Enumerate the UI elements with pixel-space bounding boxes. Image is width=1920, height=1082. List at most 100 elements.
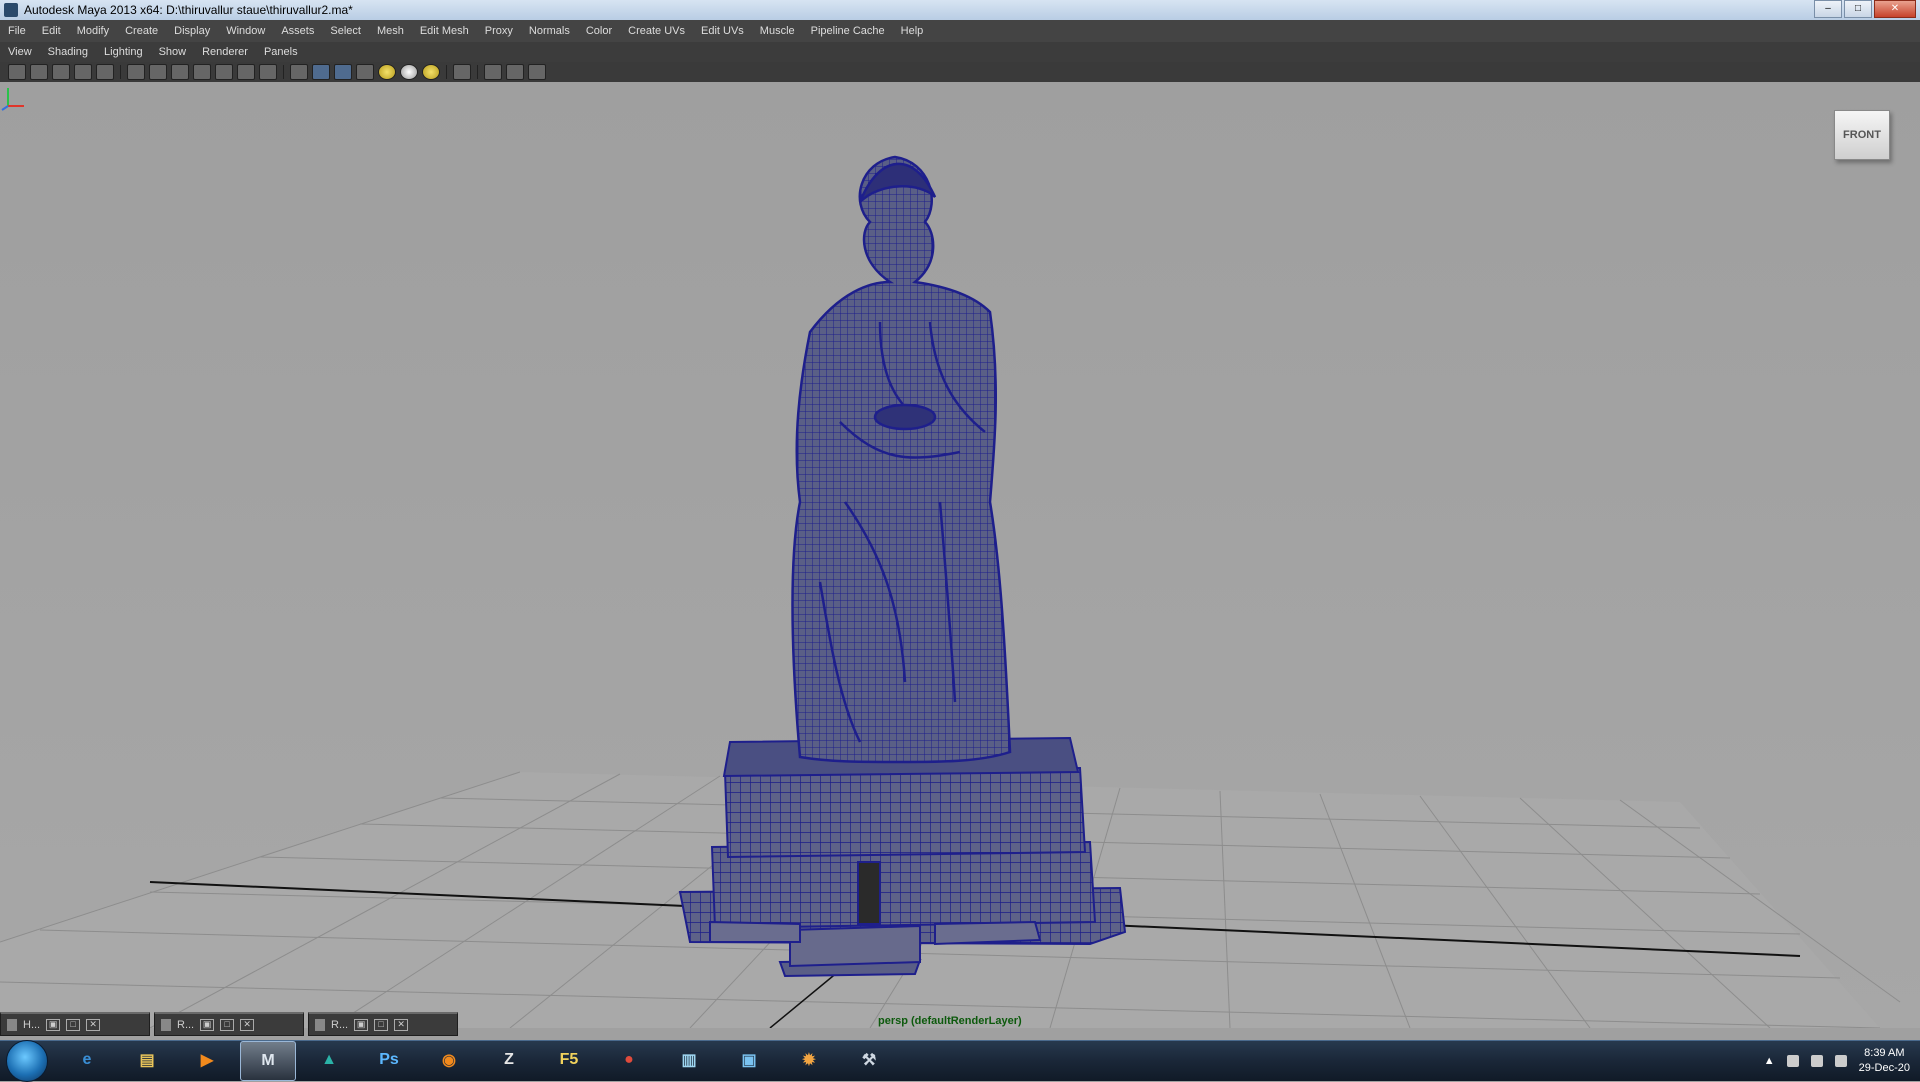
- maya-icon: [7, 1018, 17, 1031]
- windows-taskbar: e ▤ ▶ M ▲ Ps ◉ Z F5 ● ▥ ▣ ✹ ⚒ ▲ 8:39 AM 29-Dec-20: [0, 1040, 1920, 1082]
- panel-menu-view[interactable]: View: [0, 46, 40, 58]
- menu-edit-uvs[interactable]: Edit UVs: [693, 25, 752, 37]
- viewcube[interactable]: FRONT: [1834, 110, 1890, 160]
- toolbar-separator: [477, 65, 478, 79]
- internet-explorer-icon[interactable]: e: [60, 1041, 114, 1079]
- menu-create[interactable]: Create: [117, 25, 166, 37]
- viewport-scene: [0, 155, 1901, 1028]
- panel-menu-shading[interactable]: Shading: [40, 46, 96, 58]
- smooth-shade-icon[interactable]: [312, 64, 330, 80]
- panel-menu-bar: View Shading Lighting Show Renderer Pane…: [0, 42, 1920, 62]
- menu-edit[interactable]: Edit: [34, 25, 69, 37]
- field-chart-icon[interactable]: [215, 64, 233, 80]
- image-plane-icon[interactable]: [74, 64, 92, 80]
- tools-icon[interactable]: ⚒: [842, 1041, 896, 1079]
- menu-window[interactable]: Window: [218, 25, 273, 37]
- menu-file[interactable]: File: [0, 25, 34, 37]
- show-hidden-icons-icon[interactable]: ▲: [1764, 1055, 1775, 1067]
- camera-attributes-icon[interactable]: [30, 64, 48, 80]
- share-icon[interactable]: [528, 64, 546, 80]
- media-player-icon[interactable]: ▶: [180, 1041, 234, 1079]
- paint-icon[interactable]: ✹: [782, 1041, 836, 1079]
- panel-menu-show[interactable]: Show: [151, 46, 195, 58]
- film-gate-icon[interactable]: [149, 64, 167, 80]
- 2d-pan-zoom-icon[interactable]: [96, 64, 114, 80]
- isolate-select-icon[interactable]: [453, 64, 471, 80]
- action-center-icon[interactable]: [1834, 1055, 1847, 1067]
- maximize-icon[interactable]: □: [220, 1018, 235, 1031]
- statue-mesh: [791, 155, 1012, 764]
- blender-icon[interactable]: ◉: [422, 1041, 476, 1079]
- minimize-button[interactable]: –: [1814, 0, 1842, 18]
- gate-mask-icon[interactable]: [193, 64, 211, 80]
- close-icon[interactable]: ✕: [394, 1018, 409, 1031]
- menu-muscle[interactable]: Muscle: [752, 25, 803, 37]
- minimized-window-1[interactable]: H... ▣ □ ✕: [0, 1012, 150, 1036]
- window-title: Autodesk Maya 2013 x64: D:\thiruvallur s…: [24, 3, 353, 17]
- start-button[interactable]: [6, 1040, 48, 1082]
- panel-menu-renderer[interactable]: Renderer: [194, 46, 256, 58]
- safe-title-icon[interactable]: [259, 64, 277, 80]
- f5-icon[interactable]: F5: [542, 1041, 596, 1079]
- maximize-button[interactable]: □: [1844, 0, 1872, 18]
- menu-help[interactable]: Help: [893, 25, 932, 37]
- grid-icon[interactable]: [127, 64, 145, 80]
- menu-color[interactable]: Color: [578, 25, 620, 37]
- minimized-window-2[interactable]: R... ▣ □ ✕: [154, 1012, 304, 1036]
- restore-icon[interactable]: ▣: [46, 1018, 61, 1031]
- menu-select[interactable]: Select: [322, 25, 369, 37]
- mudbox-icon[interactable]: ▲: [302, 1041, 356, 1079]
- wireframe-icon[interactable]: [290, 64, 308, 80]
- menu-create-uvs[interactable]: Create UVs: [620, 25, 693, 37]
- restore-icon[interactable]: ▣: [354, 1018, 369, 1031]
- network-icon[interactable]: [1810, 1055, 1823, 1067]
- axis-gizmo: [1, 88, 24, 111]
- photoshop-icon[interactable]: Ps: [362, 1041, 416, 1079]
- panel-menu-panels[interactable]: Panels: [256, 46, 306, 58]
- perspective-viewport[interactable]: FRONT persp (defaultRenderLayer): [0, 82, 1920, 1028]
- maximize-icon[interactable]: □: [66, 1018, 81, 1031]
- use-default-light-icon[interactable]: [378, 64, 396, 80]
- volume-icon[interactable]: [1786, 1055, 1799, 1067]
- menu-display[interactable]: Display: [166, 25, 218, 37]
- toolbar-separator: [120, 65, 121, 79]
- clock-date: 29-Dec-20: [1858, 1062, 1910, 1074]
- close-icon[interactable]: ✕: [86, 1018, 101, 1031]
- clock[interactable]: 8:39 AM 29-Dec-20: [1859, 1046, 1910, 1076]
- minimized-window-3[interactable]: R... ▣ □ ✕: [308, 1012, 458, 1036]
- panel-toolbar: [0, 62, 1920, 83]
- menu-edit-mesh[interactable]: Edit Mesh: [412, 25, 477, 37]
- shadows-icon[interactable]: [400, 64, 418, 80]
- system-tray: ▲ 8:39 AM 29-Dec-20: [1764, 1041, 1920, 1081]
- zbrush-icon[interactable]: Z: [482, 1041, 536, 1079]
- resolution-gate-icon[interactable]: [171, 64, 189, 80]
- menu-modify[interactable]: Modify: [69, 25, 117, 37]
- clock-time: 8:39 AM: [1864, 1047, 1905, 1059]
- photo-viewer-icon[interactable]: ▣: [722, 1041, 776, 1079]
- close-button[interactable]: ✕: [1874, 0, 1916, 18]
- menu-pipeline-cache[interactable]: Pipeline Cache: [803, 25, 893, 37]
- wireframe-on-shaded-icon[interactable]: [334, 64, 352, 80]
- restore-icon[interactable]: ▣: [200, 1018, 215, 1031]
- menu-mesh[interactable]: Mesh: [369, 25, 412, 37]
- menu-assets[interactable]: Assets: [273, 25, 322, 37]
- file-explorer-icon[interactable]: ▤: [120, 1041, 174, 1079]
- maya-icon[interactable]: M: [240, 1041, 296, 1081]
- xray-icon[interactable]: [484, 64, 502, 80]
- menu-normals[interactable]: Normals: [521, 25, 578, 37]
- safe-action-icon[interactable]: [237, 64, 255, 80]
- toolbar-separator: [446, 65, 447, 79]
- menu-proxy[interactable]: Proxy: [477, 25, 521, 37]
- textured-icon[interactable]: [356, 64, 374, 80]
- bookmark-icon[interactable]: [52, 64, 70, 80]
- select-camera-icon[interactable]: [8, 64, 26, 80]
- minimized-windows: H... ▣ □ ✕ R... ▣ □ ✕ R... ▣ □ ✕: [0, 1012, 458, 1038]
- maximize-icon[interactable]: □: [374, 1018, 389, 1031]
- xray-joints-icon[interactable]: [506, 64, 524, 80]
- chrome-icon[interactable]: ●: [602, 1041, 656, 1079]
- window-title-bar: Autodesk Maya 2013 x64: D:\thiruvallur s…: [0, 0, 1920, 20]
- panel-menu-lighting[interactable]: Lighting: [96, 46, 151, 58]
- close-icon[interactable]: ✕: [240, 1018, 255, 1031]
- notes-icon[interactable]: ▥: [662, 1041, 716, 1079]
- all-lights-icon[interactable]: [422, 64, 440, 80]
